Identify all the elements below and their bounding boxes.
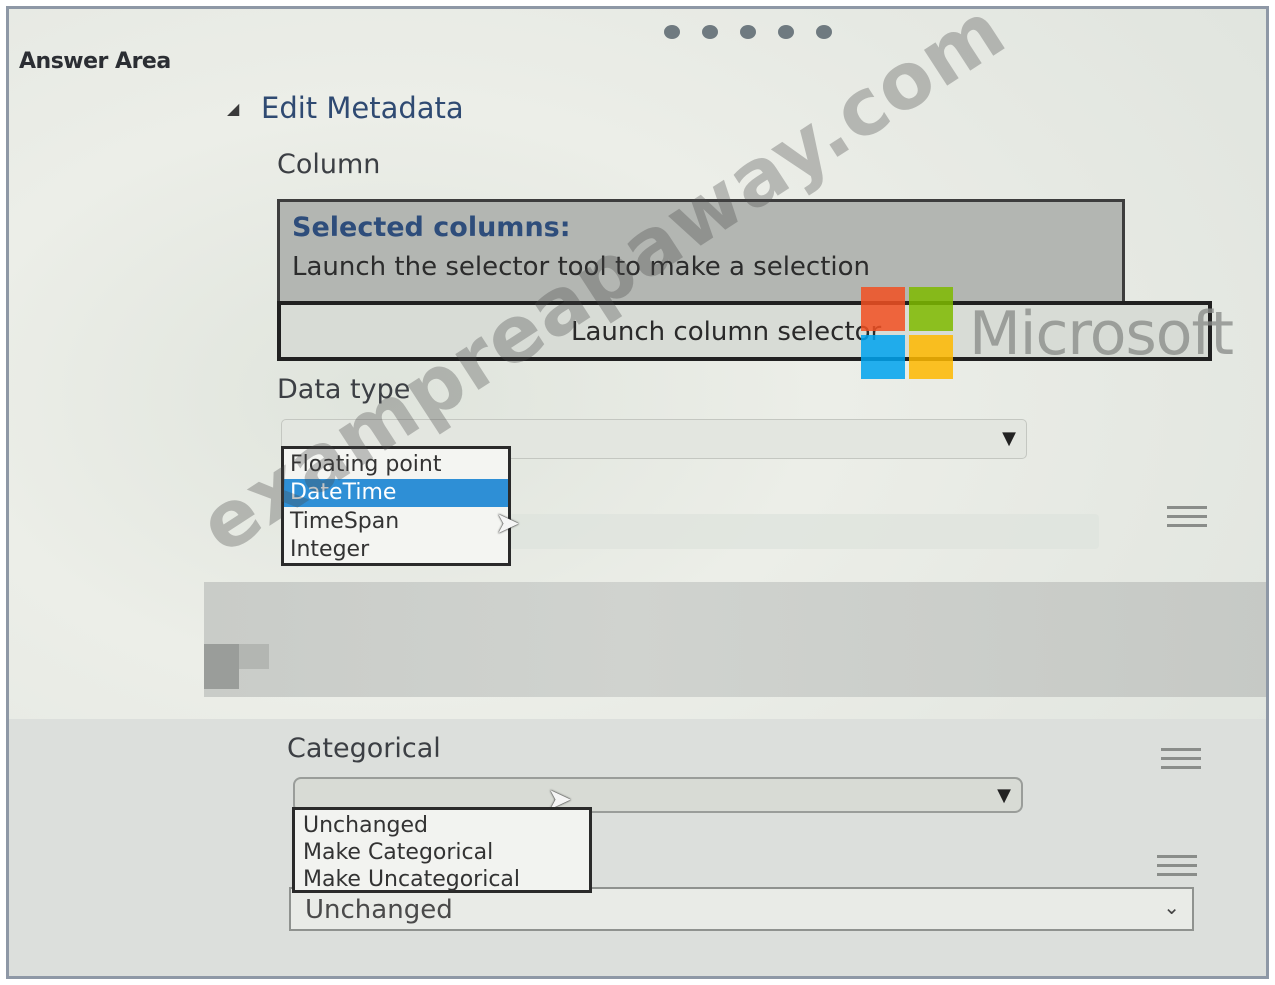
- mouse-cursor-icon: ➤: [495, 506, 521, 541]
- selected-columns-title: Selected columns:: [292, 212, 571, 243]
- lower-panel-background: [9, 719, 1266, 976]
- answer-area-frame: Answer Area ◢ Edit Metadata Column Selec…: [6, 6, 1269, 979]
- pagination-dot[interactable]: [740, 25, 756, 39]
- categorical-options-list: Unchanged Make Categorical Make Uncatego…: [292, 807, 592, 893]
- hamburger-grip-icon[interactable]: [1161, 748, 1201, 751]
- pagination-dot[interactable]: [664, 25, 680, 39]
- section-title[interactable]: Edit Metadata: [261, 91, 464, 125]
- blurred-field: [509, 514, 1099, 549]
- hamburger-grip-icon[interactable]: [1157, 855, 1197, 858]
- chevron-down-icon[interactable]: ▼: [997, 785, 1011, 806]
- collapse-triangle-icon[interactable]: ◢: [227, 99, 239, 118]
- hamburger-grip-icon[interactable]: [1167, 506, 1207, 509]
- column-label: Column: [277, 149, 381, 180]
- pagination-dot[interactable]: [778, 25, 794, 39]
- pagination-dot[interactable]: [702, 25, 718, 39]
- pagination-dots: [664, 25, 832, 39]
- categorical-option[interactable]: Make Categorical: [295, 839, 589, 866]
- categorical-option[interactable]: Make Uncategorical: [295, 866, 589, 893]
- chevron-down-icon[interactable]: ▼: [1002, 428, 1016, 449]
- bottom-dropdown-value: Unchanged: [305, 895, 453, 925]
- chevron-down-icon[interactable]: ⌄: [1163, 895, 1180, 919]
- categorical-option[interactable]: Unchanged: [295, 812, 589, 839]
- bottom-dropdown[interactable]: Unchanged ⌄: [289, 887, 1194, 931]
- pagination-dot[interactable]: [816, 25, 832, 39]
- categorical-label: Categorical: [287, 733, 441, 764]
- microsoft-watermark: Microsoft: [969, 299, 1234, 369]
- blurred-region: [204, 582, 1266, 697]
- microsoft-logo-icon: [861, 287, 955, 381]
- data-type-option[interactable]: Integer: [284, 536, 508, 564]
- answer-area-title: Answer Area: [19, 49, 171, 74]
